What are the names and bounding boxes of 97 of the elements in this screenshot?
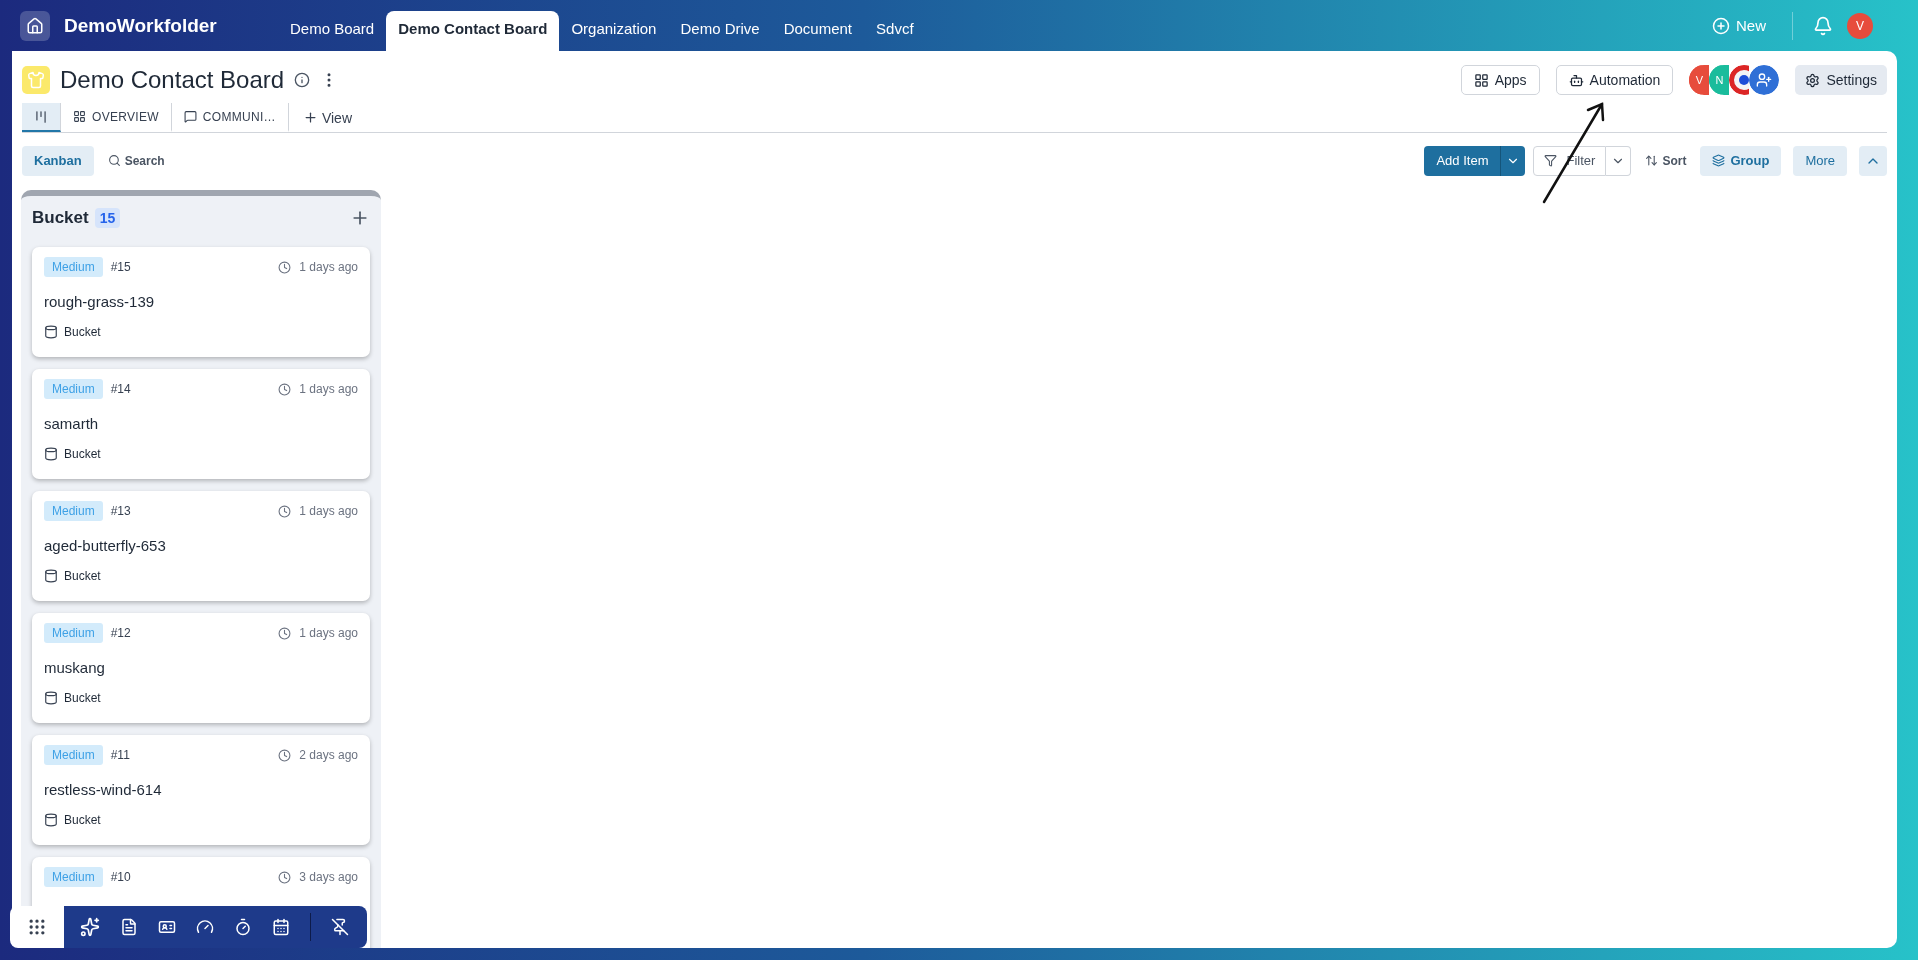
timer-icon[interactable] (234, 918, 252, 936)
add-item-button[interactable]: Add Item (1424, 145, 1501, 176)
dots-grid-icon (27, 917, 47, 937)
home-icon (26, 16, 44, 35)
sort-button[interactable]: Sort (1639, 145, 1693, 176)
card-number: #10 (110, 870, 131, 884)
kanban-view-button[interactable]: Kanban (22, 145, 94, 176)
priority-tag: Medium (44, 257, 103, 277)
sort-icon (1645, 154, 1659, 167)
task-card[interactable]: Medium #11 2 days ago restless-wind-614 Bucket (32, 735, 370, 845)
layers-icon (1712, 154, 1726, 167)
info-icon[interactable] (294, 72, 311, 88)
priority-tag: Medium (44, 623, 103, 643)
card-number: #15 (110, 260, 131, 274)
add-item-dropdown[interactable] (1500, 145, 1526, 176)
priority-tag: Medium (44, 379, 103, 399)
clock-icon (278, 382, 292, 396)
nav-tab[interactable]: Organization (559, 11, 669, 51)
settings-button[interactable]: Settings (1795, 65, 1887, 95)
home-button[interactable] (20, 10, 50, 41)
apps-button[interactable]: Apps (1460, 65, 1540, 95)
calendar-icon[interactable] (272, 918, 290, 936)
cylinder-icon (44, 325, 58, 339)
chat-icon (183, 110, 197, 123)
card-title: samarth (44, 414, 100, 432)
user-avatar[interactable]: V (1847, 12, 1873, 39)
clock-icon (278, 748, 292, 762)
sparkles-icon[interactable] (80, 917, 100, 937)
grid-icon (73, 110, 86, 123)
card-number: #14 (110, 382, 131, 396)
kanban-icon (34, 109, 48, 124)
card-time: 1 days ago (299, 382, 358, 396)
card-time: 3 days ago (299, 870, 358, 884)
add-user-icon (1756, 72, 1773, 88)
card-time: 1 days ago (299, 626, 358, 640)
document-icon[interactable] (120, 918, 138, 936)
clock-icon (278, 260, 292, 274)
nav-tab[interactable]: Demo Contact Board (386, 11, 560, 51)
clock-icon (278, 504, 292, 518)
cylinder-icon (44, 813, 58, 827)
plus-icon (302, 110, 318, 125)
robot-icon (1568, 72, 1584, 88)
card-title: muskang (44, 658, 106, 676)
add-view-button[interactable]: View (288, 103, 366, 132)
clock-icon (278, 870, 292, 884)
priority-tag: Medium (44, 745, 103, 765)
view-tab[interactable]: OVERVIEW (61, 103, 172, 132)
add-member-button[interactable] (1749, 65, 1780, 95)
card-bucket: Bucket (64, 691, 101, 705)
card-time: 1 days ago (299, 260, 358, 274)
cylinder-icon (44, 447, 58, 461)
card-number: #13 (110, 504, 131, 518)
id-card-icon[interactable] (158, 918, 176, 936)
settings-icon (1805, 72, 1821, 88)
funnel-icon (1544, 154, 1558, 167)
board-title: Demo Contact Board (60, 66, 285, 94)
card-number: #12 (110, 626, 131, 640)
grid-icon (1473, 72, 1489, 88)
more-button[interactable]: More (1793, 145, 1847, 176)
nav-tab[interactable]: Demo Drive (668, 11, 772, 51)
task-card[interactable]: Medium #14 1 days ago samarth Bucket (32, 369, 370, 479)
card-number: #11 (110, 748, 130, 762)
automation-button[interactable]: Automation (1555, 65, 1674, 95)
group-button[interactable]: Group (1700, 145, 1782, 176)
card-bucket: Bucket (64, 813, 101, 827)
priority-tag: Medium (44, 501, 103, 521)
search-button[interactable]: Search (101, 145, 171, 176)
card-title: rough-grass-139 (44, 292, 156, 310)
card-time: 2 days ago (299, 748, 358, 762)
task-card[interactable]: Medium #13 1 days ago aged-butterfly-653 Bucket (32, 491, 370, 601)
nav-tab[interactable]: Sdvcf (864, 11, 926, 51)
nav-tab[interactable]: Document (771, 11, 865, 51)
view-tab[interactable]: COMMUNI… (171, 103, 289, 132)
card-title: aged-butterfly-653 (44, 536, 167, 554)
plus-circle-icon (1712, 16, 1730, 35)
view-tab[interactable] (22, 103, 61, 132)
cylinder-icon (44, 569, 58, 583)
member-avatar[interactable]: V (1689, 65, 1710, 95)
card-bucket: Bucket (64, 447, 101, 461)
workspace-name: DemoWorkfolder (64, 14, 217, 37)
card-title: restless-wind-614 (44, 780, 163, 798)
card-bucket: Bucket (64, 325, 101, 339)
search-icon (107, 154, 121, 167)
item-count: 15 (94, 207, 121, 228)
card-bucket: Bucket (64, 569, 101, 583)
unpin-icon[interactable] (331, 918, 349, 936)
gauge-icon[interactable] (196, 918, 214, 936)
card-time: 1 days ago (299, 504, 358, 518)
priority-tag: Medium (44, 867, 103, 887)
cylinder-icon (44, 691, 58, 705)
shirt-icon (22, 66, 50, 94)
column-title: Bucket (32, 207, 89, 228)
shield-avatar[interactable] (1729, 65, 1750, 95)
nav-tab[interactable]: Demo Board (278, 11, 387, 51)
clock-icon (278, 626, 292, 640)
task-card[interactable]: Medium #12 1 days ago muskang Bucket (32, 613, 370, 723)
task-card[interactable]: Medium #15 1 days ago rough-grass-139 Bucket (32, 247, 370, 357)
